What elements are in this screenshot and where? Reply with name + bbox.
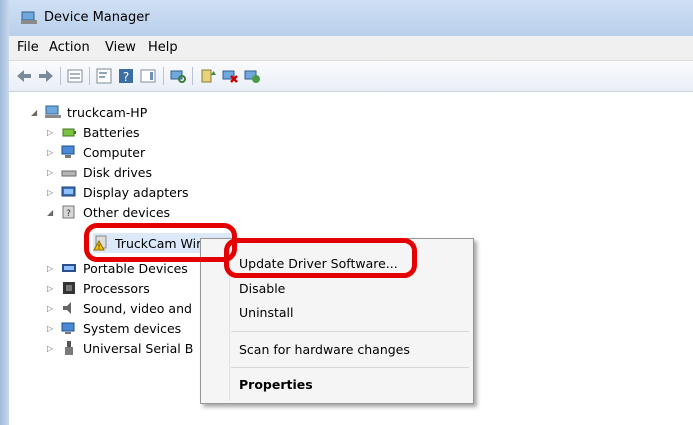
console-tree-icon[interactable] xyxy=(95,67,113,85)
usb-icon xyxy=(65,341,73,355)
tree-label: System devices xyxy=(83,320,182,336)
tree-label: Other devices xyxy=(83,204,171,220)
menu-separator xyxy=(231,367,469,368)
update-driver-icon[interactable] xyxy=(199,67,217,85)
tree-label: Batteries xyxy=(83,124,140,140)
tree-label-root: truckcam-HP xyxy=(67,104,148,120)
highlight-truckcam xyxy=(84,223,237,262)
properties-pane-icon[interactable] xyxy=(66,67,84,85)
tree-label: Universal Serial B xyxy=(83,340,194,356)
portable-device-icon xyxy=(62,264,76,272)
speaker-icon xyxy=(63,302,71,314)
expand-arrow-icon[interactable]: ▷ xyxy=(47,344,57,353)
tree-label: Disk drives xyxy=(83,164,152,180)
tree-node-usb[interactable]: ▷ Universal Serial B xyxy=(47,338,193,358)
forward-arrow-icon[interactable] xyxy=(37,67,55,85)
battery-icon xyxy=(62,128,76,137)
back-arrow-icon[interactable] xyxy=(15,67,33,85)
tree-node-root[interactable]: ◢ truckcam-HP xyxy=(31,102,147,122)
expand-arrow-icon[interactable]: ▷ xyxy=(47,128,57,137)
tree-node-display-adapters[interactable]: ▷ Display adapters xyxy=(47,182,188,202)
expand-arrow-icon[interactable]: ▷ xyxy=(47,188,57,197)
menu-action[interactable]: Action xyxy=(49,40,90,55)
title-bar[interactable]: Device Manager xyxy=(9,0,693,36)
unknown-device-icon: ? xyxy=(62,205,75,219)
collapse-arrow-icon[interactable]: ◢ xyxy=(47,208,57,217)
expand-arrow-icon[interactable]: ▷ xyxy=(47,284,57,293)
tree-node-disk-drives[interactable]: ▷ Disk drives xyxy=(47,162,152,182)
disk-drive-icon xyxy=(61,170,77,177)
scan-hardware-icon[interactable] xyxy=(169,67,187,85)
processor-icon xyxy=(63,282,75,294)
expand-arrow-icon[interactable]: ▷ xyxy=(47,168,57,177)
toolbar-separator xyxy=(60,67,61,85)
menu-help[interactable]: Help xyxy=(148,40,178,55)
highlight-update-driver xyxy=(224,238,417,278)
window-frame-left xyxy=(0,0,9,425)
menu-item-uninstall[interactable]: Uninstall xyxy=(239,305,294,320)
tree-label: Display adapters xyxy=(83,184,189,200)
tree-label: Sound, video and xyxy=(83,300,192,316)
tree-label: Portable Devices xyxy=(83,260,188,276)
menu-item-disable[interactable]: Disable xyxy=(239,281,285,296)
svg-text:?: ? xyxy=(66,209,71,219)
expand-arrow-icon[interactable]: ▷ xyxy=(47,324,57,333)
tree-node-sound-video[interactable]: ▷ Sound, video and xyxy=(47,298,192,318)
svg-text:?: ? xyxy=(123,70,129,84)
tree-node-processors[interactable]: ▷ Processors xyxy=(47,278,150,298)
tree-node-other-devices[interactable]: ◢ ? Other devices xyxy=(47,202,170,222)
expand-arrow-icon[interactable]: ▷ xyxy=(47,264,57,273)
expand-arrow-icon[interactable]: ▷ xyxy=(47,304,57,313)
toolbar-separator xyxy=(163,67,164,85)
menu-bar: File Action View Help xyxy=(9,36,693,61)
menu-separator xyxy=(231,331,469,332)
uninstall-device-icon[interactable] xyxy=(243,67,261,85)
toolbar-separator xyxy=(192,67,193,85)
tree-node-batteries[interactable]: ▷ Batteries xyxy=(47,122,140,142)
help-icon[interactable]: ? xyxy=(117,67,135,85)
device-manager-icon xyxy=(21,11,37,24)
disable-device-icon[interactable] xyxy=(221,67,239,85)
menu-item-properties[interactable]: Properties xyxy=(239,377,313,392)
window-title: Device Manager xyxy=(44,10,150,25)
expand-arrow-icon[interactable]: ▷ xyxy=(47,148,57,157)
action-pane-icon[interactable] xyxy=(139,67,157,85)
menu-view[interactable]: View xyxy=(105,40,136,55)
toolbar-separator xyxy=(89,67,90,85)
computer-icon xyxy=(45,105,61,118)
system-device-icon xyxy=(61,322,75,334)
menu-item-scan-hardware[interactable]: Scan for hardware changes xyxy=(239,342,410,357)
tree-label: Computer xyxy=(83,144,146,160)
toolbar: ? xyxy=(9,61,693,92)
collapse-arrow-icon[interactable]: ◢ xyxy=(31,108,41,117)
display-adapter-icon xyxy=(61,186,76,197)
computer-icon xyxy=(61,145,75,158)
tree-node-system-devices[interactable]: ▷ System devices xyxy=(47,318,181,338)
menu-file[interactable]: File xyxy=(17,40,39,55)
tree-label: Processors xyxy=(83,280,150,296)
tree-node-computer[interactable]: ▷ Computer xyxy=(47,142,145,162)
